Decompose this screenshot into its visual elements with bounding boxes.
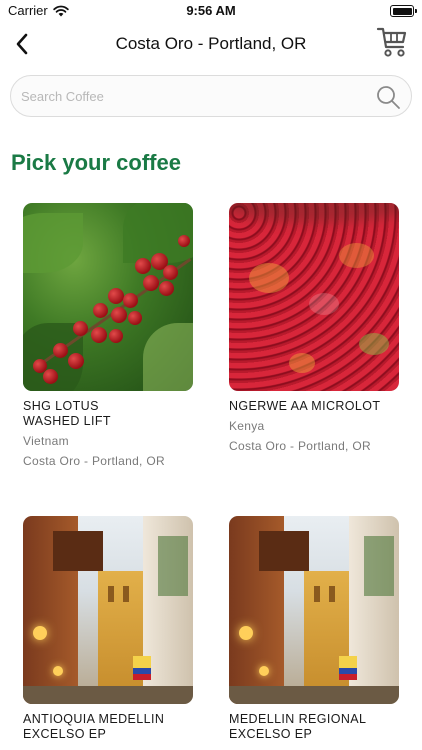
page-title: Costa Oro - Portland, OR (115, 34, 307, 53)
coffee-image (23, 516, 193, 704)
coffee-card[interactable]: SHG LOTUS WASHED LIFT Vietnam Costa Oro … (23, 203, 193, 468)
search-icon[interactable] (375, 84, 401, 110)
coffee-name: SHG LOTUS WASHED LIFT (23, 399, 111, 428)
coffee-image (23, 203, 193, 391)
search-input[interactable] (21, 76, 361, 116)
back-button[interactable] (8, 29, 36, 59)
cart-button[interactable] (376, 25, 408, 59)
coffee-origin: Kenya (229, 419, 265, 433)
coffee-roaster: Costa Oro - Portland, OR (23, 454, 165, 468)
coffee-image (229, 516, 399, 704)
status-time: 9:56 AM (186, 3, 236, 18)
search-bar (10, 75, 412, 117)
coffee-origin: Vietnam (23, 434, 69, 448)
coffee-card[interactable]: MEDELLIN REGIONAL EXCELSO EP (229, 516, 399, 742)
coffee-card[interactable]: NGERWE AA MICROLOT Kenya Costa Oro - Por… (229, 203, 399, 453)
battery-icon (390, 5, 417, 17)
coffee-name: MEDELLIN REGIONAL EXCELSO EP (229, 712, 367, 741)
status-bar: Carrier 9:56 AM (0, 0, 422, 24)
coffee-card[interactable]: ANTIOQUIA MEDELLIN EXCELSO EP (23, 516, 193, 742)
chevron-left-icon (16, 33, 28, 55)
section-heading: Pick your coffee (11, 150, 181, 175)
coffee-image (229, 203, 399, 391)
coffee-name: NGERWE AA MICROLOT (229, 399, 381, 413)
cart-icon (376, 27, 407, 57)
nav-bar: Costa Oro - Portland, OR (0, 24, 422, 64)
coffee-name: ANTIOQUIA MEDELLIN EXCELSO EP (23, 712, 165, 741)
coffee-roaster: Costa Oro - Portland, OR (229, 439, 371, 453)
